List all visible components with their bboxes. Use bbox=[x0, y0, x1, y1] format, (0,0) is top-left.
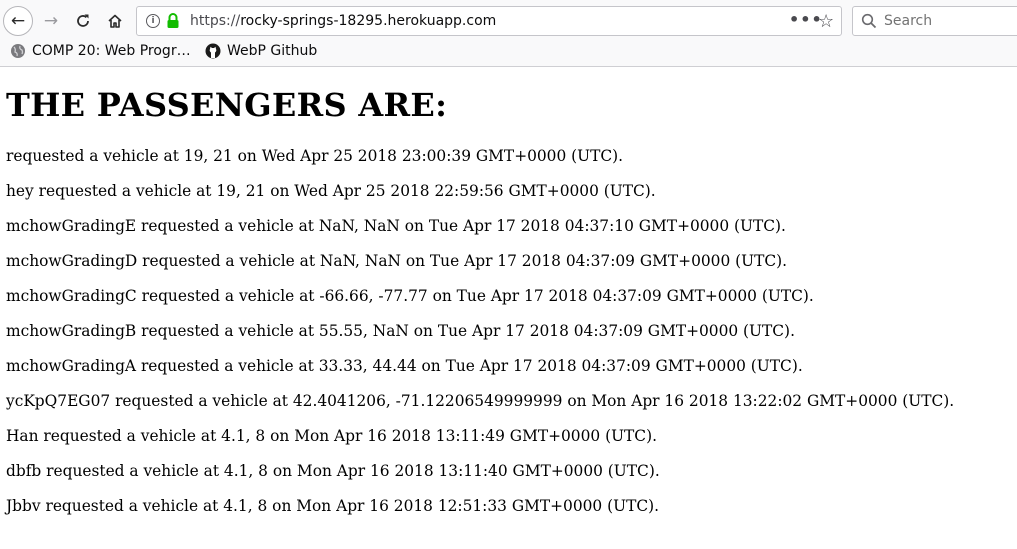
browser-chrome: ← → i https://rocky-springs-18295.heroku… bbox=[0, 0, 1017, 67]
passenger-entry: requested a vehicle at 19, 21 on Wed Apr… bbox=[6, 147, 624, 165]
reload-icon bbox=[77, 14, 89, 27]
back-button[interactable]: ← bbox=[3, 6, 33, 36]
url-scheme: https:// bbox=[190, 13, 241, 29]
arrow-left-icon: ← bbox=[10, 10, 26, 31]
navigation-toolbar: ← → i https://rocky-springs-18295.heroku… bbox=[0, 0, 1017, 42]
globe-icon bbox=[11, 44, 25, 58]
search-placeholder: Search bbox=[884, 13, 933, 29]
search-bar[interactable]: Search bbox=[852, 6, 1017, 36]
reload-button[interactable] bbox=[68, 6, 98, 36]
bookmarks-toolbar: COMP 20: Web Progr… WebP Github bbox=[0, 42, 1017, 64]
passenger-entry: dbfb requested a vehicle at 4.1, 8 on Mo… bbox=[6, 462, 660, 480]
passenger-list: requested a vehicle at 19, 21 on Wed Apr… bbox=[6, 146, 1011, 531]
bookmark-star-icon[interactable]: ☆ bbox=[818, 11, 834, 32]
url-host: rocky-springs-18295.herokuapp.com bbox=[240, 13, 497, 29]
passenger-entry: mchowGradingC requested a vehicle at -66… bbox=[6, 287, 814, 305]
home-button[interactable] bbox=[100, 6, 130, 36]
page-title: THE PASSENGERS ARE: bbox=[6, 86, 448, 124]
search-icon bbox=[861, 13, 877, 29]
info-icon[interactable]: i bbox=[146, 14, 160, 28]
bookmark-label: WebP Github bbox=[227, 43, 318, 59]
lock-icon[interactable] bbox=[166, 12, 180, 30]
github-icon bbox=[205, 43, 221, 59]
passenger-entry: Jbbv requested a vehicle at 4.1, 8 on Mo… bbox=[6, 497, 660, 515]
passenger-entry: mchowGradingE requested a vehicle at NaN… bbox=[6, 217, 786, 235]
home-icon bbox=[108, 14, 122, 28]
passenger-entry: hey requested a vehicle at 19, 21 on Wed… bbox=[6, 182, 656, 200]
passenger-entry: ycKpQ7EG07 requested a vehicle at 42.404… bbox=[6, 392, 955, 410]
passenger-entry: mchowGradingB requested a vehicle at 55.… bbox=[6, 322, 795, 340]
passenger-entry: Han requested a vehicle at 4.1, 8 on Mon… bbox=[6, 427, 657, 445]
bookmark-label: COMP 20: Web Progr… bbox=[32, 43, 191, 59]
passenger-entry: mchowGradingD requested a vehicle at NaN… bbox=[6, 252, 788, 270]
address-bar[interactable]: i https://rocky-springs-18295.herokuapp.… bbox=[136, 6, 842, 36]
arrow-right-icon: → bbox=[43, 10, 59, 31]
forward-button[interactable]: → bbox=[36, 6, 66, 36]
url-text[interactable]: https://rocky-springs-18295.herokuapp.co… bbox=[190, 13, 496, 29]
bookmark-webp-github[interactable]: WebP Github bbox=[205, 43, 317, 59]
bookmark-comp20[interactable]: COMP 20: Web Progr… bbox=[10, 43, 191, 59]
passenger-entry: mchowGradingA requested a vehicle at 33.… bbox=[6, 357, 803, 375]
